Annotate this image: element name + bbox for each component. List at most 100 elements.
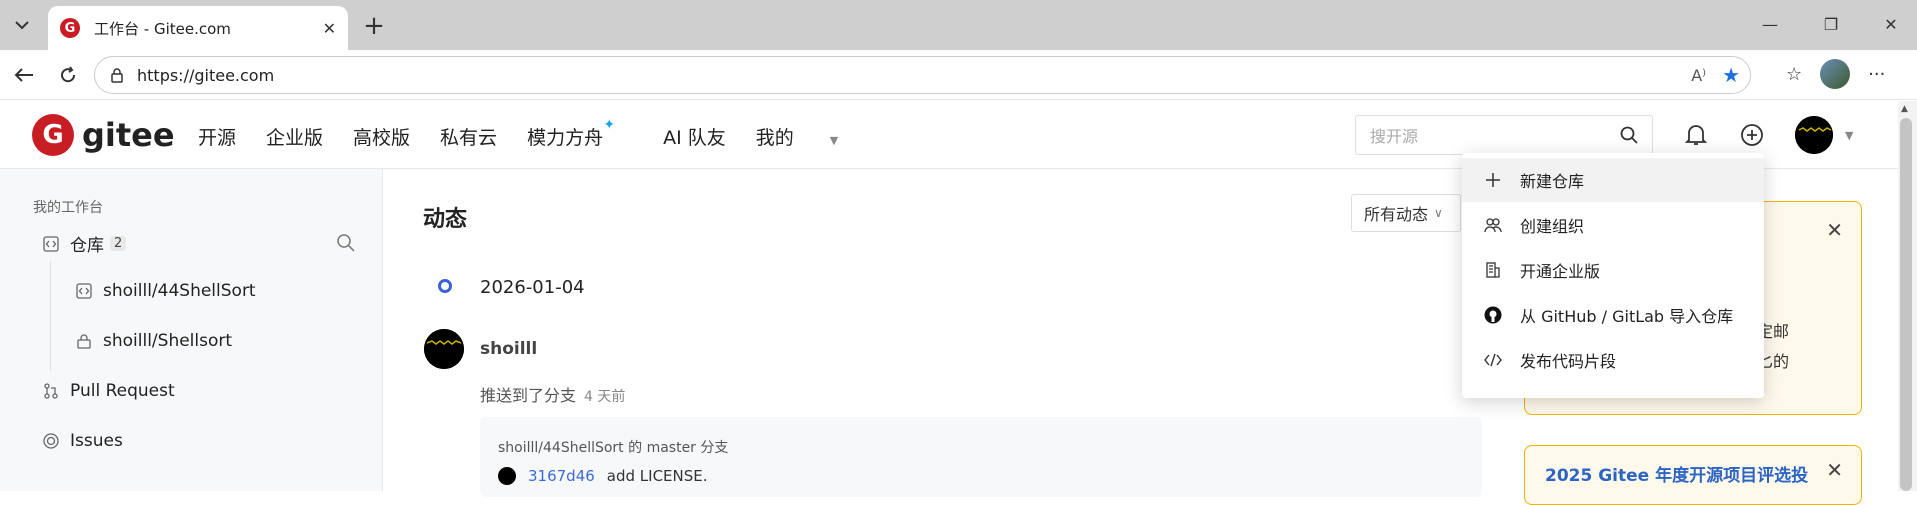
feed-action: 推送到了分支 4 天前 (480, 382, 625, 406)
issues-icon (42, 432, 60, 450)
sidebar-item-repos[interactable]: 仓库 2 (42, 231, 127, 256)
building-icon (1484, 261, 1502, 279)
commit-sha-link[interactable]: 3167d46 (528, 467, 595, 485)
lock-icon (75, 332, 93, 350)
feed-date: 2026-01-04 (480, 277, 585, 298)
feed-heading: 动态 (423, 207, 468, 232)
timeline-dot (438, 279, 452, 293)
notice-card-2-title[interactable]: 2025 Gitee 年度开源项目评选投 (1545, 461, 1808, 486)
plus-icon (1484, 171, 1502, 189)
menu-opensource[interactable]: 开源 (198, 123, 236, 150)
menu-moli[interactable]: 模力方舟 ✦ (527, 117, 633, 150)
menu-enterprise[interactable]: 开通企业版 (1462, 248, 1764, 292)
profile-avatar[interactable] (1820, 59, 1851, 89)
commit-row: 3167d46 add LICENSE. (498, 467, 708, 485)
menu-mine[interactable]: 我的 ▼ (756, 123, 868, 150)
search-icon[interactable] (1620, 126, 1638, 144)
url-text: https://gitee.com (137, 65, 275, 85)
close-icon[interactable]: ✕ (1826, 218, 1843, 242)
favorite-star-icon[interactable]: ★ (1722, 63, 1740, 87)
more-menu-icon[interactable]: ··· (1868, 64, 1885, 85)
sidebar-repo-44shellsort[interactable]: shoilll/44ShellSort (75, 281, 256, 301)
tab-list-button[interactable] (6, 8, 38, 42)
restore-button[interactable]: ❐ (1813, 10, 1849, 38)
menu-create-org[interactable]: 创建组织 (1462, 203, 1764, 247)
menu-import-repo[interactable]: 从 GitHub / GitLab 导入仓库 (1462, 293, 1764, 337)
sidebar: 我的工作台 仓库 2 shoilll/44ShellSort shoilll/S… (0, 169, 383, 491)
favorites-icon[interactable]: ☆ (1786, 64, 1802, 85)
push-branch-text[interactable]: shoilll/44ShellSort 的 master 分支 (498, 437, 728, 457)
scroll-up-arrow-icon[interactable]: ▲ (1901, 104, 1908, 114)
user-avatar[interactable] (1795, 116, 1833, 154)
code-repo-icon (42, 235, 60, 253)
menu-item-label: 新建仓库 (1520, 172, 1585, 191)
pull-request-icon (42, 382, 60, 400)
menu-private-cloud[interactable]: 私有云 (440, 123, 497, 150)
activity-feed: 动态 所有动态 ∨ 2026-01-04 shoilll 推送到了分支 4 天前 … (383, 169, 1498, 497)
sidebar-repo-shellsort[interactable]: shoilll/Shellsort (75, 331, 232, 351)
menu-item-label: 发布代码片段 (1520, 352, 1617, 371)
tab-strip: G 工作台 - Gitee.com ✕ + — ❐ ✕ (0, 0, 1917, 50)
scroll-thumb[interactable] (1900, 118, 1912, 491)
time-ago: 4 天前 (584, 389, 626, 405)
sidebar-item-pull-request[interactable]: Pull Request (42, 381, 175, 401)
sidebar-title: 我的工作台 (33, 200, 103, 216)
new-tab-button[interactable]: + (358, 10, 390, 42)
repos-label: 仓库 (70, 236, 104, 256)
commit-author-avatar (498, 467, 516, 485)
bell-icon[interactable] (1685, 123, 1707, 147)
refresh-button[interactable] (52, 59, 84, 91)
repo-search-icon[interactable] (336, 233, 356, 253)
close-window-button[interactable]: ✕ (1873, 10, 1909, 38)
filter-value: 所有动态 (1364, 205, 1429, 224)
gitee-logo-icon: G (32, 114, 74, 156)
repos-count-badge: 2 (110, 236, 127, 251)
sidebar-item-issues[interactable]: Issues (42, 431, 123, 451)
notice-card-2: ✕ 2025 Gitee 年度开源项目评选投 (1524, 445, 1862, 505)
repo-name: shoilll/Shellsort (103, 331, 233, 351)
address-bar-row: https://gitee.com A⁾ ★ ☆ ··· (0, 50, 1917, 100)
back-arrow-icon (14, 68, 33, 82)
caret-down-icon: ▼ (829, 134, 839, 147)
close-icon[interactable]: ✕ (1826, 458, 1843, 482)
menu-education[interactable]: 高校版 (353, 123, 410, 150)
menu-enterprise[interactable]: 企业版 (266, 123, 323, 150)
menu-ai[interactable]: AI 队友 (663, 123, 726, 150)
gitee-favicon-icon: G (60, 18, 80, 38)
action-text: 推送到了分支 (480, 386, 577, 405)
menu-code-snippet[interactable]: 发布代码片段 (1462, 338, 1764, 382)
search-input[interactable]: 搜开源 (1355, 115, 1653, 155)
tree-line (50, 261, 51, 371)
plus-circle-icon[interactable] (1740, 123, 1764, 147)
read-aloud-icon[interactable]: A⁾ (1691, 66, 1706, 85)
commit-message: add LICENSE. (606, 467, 708, 485)
main-menu: 开源 企业版 高校版 私有云 模力方舟 ✦ AI 队友 我的 ▼ (198, 117, 898, 150)
feed-username[interactable]: shoilll (480, 339, 537, 359)
pr-label: Pull Request (70, 381, 175, 401)
gitee-logo[interactable]: G gitee (32, 114, 175, 156)
code-icon (1484, 351, 1502, 369)
page: G gitee 开源 企业版 高校版 私有云 模力方舟 ✦ AI 队友 我的 ▼ 搜… (0, 101, 1917, 505)
menu-item-label: 创建组织 (1520, 217, 1585, 236)
menu-item-label: 开通企业版 (1520, 262, 1601, 281)
avatar-caret-icon[interactable]: ▼ (1845, 129, 1853, 142)
sparkle-icon: ✦ (603, 117, 616, 133)
create-dropdown-menu: 新建仓库 创建组织 开通企业版 从 GitHub / GitLab 导入仓库 发… (1462, 153, 1764, 398)
logo-text: gitee (82, 116, 175, 154)
site-info-icon[interactable] (109, 67, 125, 83)
code-repo-icon (75, 282, 93, 300)
chevron-down-icon (15, 21, 29, 30)
minimize-button[interactable]: — (1752, 10, 1788, 38)
issues-label: Issues (70, 431, 123, 451)
url-field[interactable]: https://gitee.com A⁾ ★ (94, 56, 1751, 94)
tab-title: 工作台 - Gitee.com (94, 19, 231, 38)
close-tab-icon[interactable]: ✕ (323, 19, 336, 38)
activity-filter-select[interactable]: 所有动态 ∨ (1351, 194, 1461, 232)
back-button[interactable] (8, 59, 40, 91)
menu-new-repo[interactable]: 新建仓库 (1462, 158, 1764, 202)
repo-name: shoilll/44ShellSort (103, 281, 256, 301)
refresh-icon (61, 66, 76, 83)
chevron-down-icon: ∨ (1434, 206, 1443, 220)
feed-user-avatar[interactable] (424, 329, 464, 369)
browser-tab[interactable]: G 工作台 - Gitee.com ✕ (48, 6, 348, 50)
